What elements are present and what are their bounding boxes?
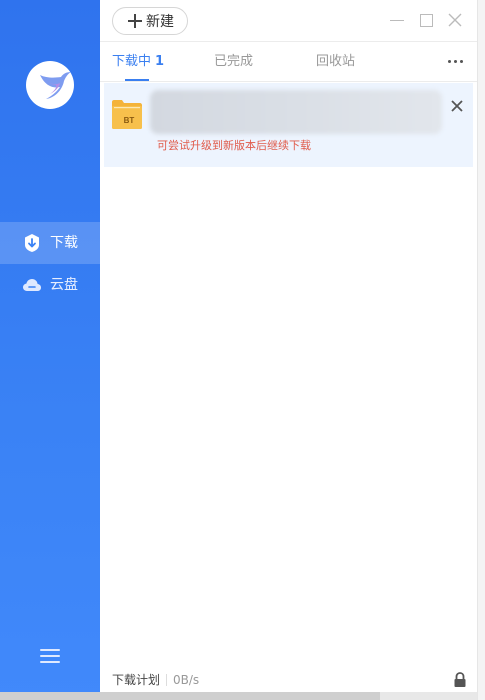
download-shield-icon: [25, 234, 39, 252]
close-window-button[interactable]: [447, 12, 463, 28]
titlebar: 新建: [100, 0, 477, 42]
lock-icon[interactable]: [453, 672, 467, 688]
window-edge: [477, 0, 485, 700]
sidebar: 下载 云盘: [0, 0, 100, 700]
download-speed: 0B/s: [173, 673, 200, 687]
horizontal-scrollbar[interactable]: [0, 692, 380, 700]
close-icon: [448, 13, 462, 27]
divider: [166, 674, 167, 686]
bt-folder-icon: BT: [112, 100, 142, 129]
cloud-drive-icon: [23, 279, 41, 291]
task-error-message: 可尝试升级到新版本后继续下载: [157, 139, 311, 152]
task-filename-blurred: [150, 90, 442, 134]
hamburger-menu-icon[interactable]: [40, 649, 60, 665]
new-task-label: 新建: [146, 14, 174, 30]
tab-label: 回收站: [316, 54, 356, 69]
tab-count-badge: 1: [155, 54, 165, 69]
minimize-button[interactable]: [389, 12, 405, 28]
download-task-item[interactable]: BT 可尝试升级到新版本后继续下载: [104, 83, 473, 167]
new-task-button[interactable]: 新建: [112, 7, 188, 35]
maximize-button[interactable]: [418, 12, 434, 28]
svg-text:BT: BT: [124, 116, 135, 125]
close-icon: [451, 100, 463, 112]
sidebar-item-download[interactable]: 下载: [0, 222, 100, 264]
tab-completed[interactable]: 已完成: [214, 53, 253, 71]
sidebar-item-label: 下载: [50, 235, 78, 251]
download-plan-link[interactable]: 下载计划: [112, 673, 160, 687]
tab-recycle-bin[interactable]: 回收站: [316, 53, 355, 71]
tab-label: 下载中: [112, 54, 152, 69]
tab-bar: 下载中 1 已完成 回收站: [100, 42, 477, 82]
remove-task-button[interactable]: [450, 99, 464, 113]
app-logo: [26, 61, 74, 109]
sidebar-item-cloud[interactable]: 云盘: [0, 264, 100, 306]
status-bar: 下载计划 0B/s: [100, 668, 477, 692]
more-options-icon[interactable]: [448, 60, 464, 64]
tab-label: 已完成: [214, 54, 254, 69]
tab-downloading[interactable]: 下载中 1: [112, 53, 164, 71]
active-tab-indicator: [125, 79, 149, 81]
sidebar-item-label: 云盘: [50, 277, 78, 293]
main-panel: 新建 下载中 1 已完成 回收站 BT 可尝试升级到新版本后继续下载 下载计划 …: [100, 0, 477, 692]
plus-icon: [128, 14, 142, 28]
